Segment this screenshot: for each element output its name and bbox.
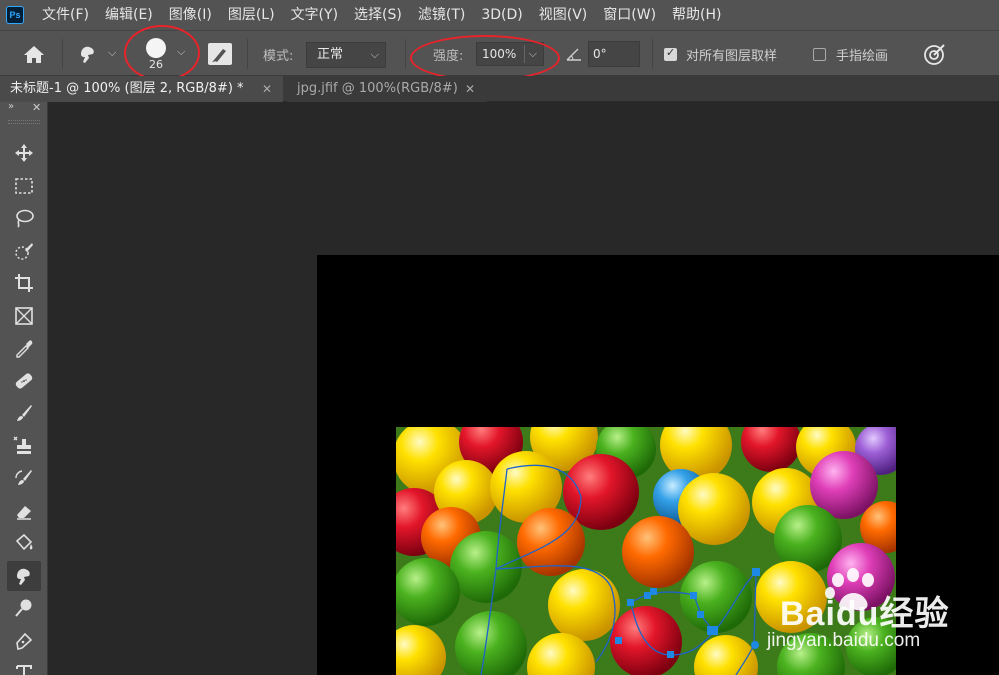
smudge-tool[interactable]	[7, 561, 41, 591]
brush-size-value: 26	[149, 58, 163, 71]
move-tool[interactable]	[7, 138, 41, 168]
menu-type[interactable]: 文字(Y)	[283, 0, 346, 30]
separator	[652, 39, 653, 69]
eyedropper-tool[interactable]	[7, 333, 41, 363]
bandage-icon	[15, 373, 33, 389]
close-icon[interactable]: ✕	[465, 76, 475, 102]
finger-painting-label: 手指绘画	[836, 49, 889, 64]
strength-label: 强度:	[433, 49, 464, 64]
chevron-down-icon: ⌵	[370, 48, 379, 61]
chevron-down-icon: ⌵	[528, 47, 537, 60]
menu-filter[interactable]: 滤镜(T)	[410, 0, 473, 30]
menu-edit[interactable]: 编辑(E)	[97, 0, 161, 30]
divider	[524, 45, 525, 63]
paint-bucket-tool[interactable]	[7, 528, 41, 558]
mode-select[interactable]: 正常 ⌵	[306, 42, 386, 68]
lasso-tool[interactable]	[7, 203, 41, 233]
tools-panel: » ✕	[0, 101, 48, 675]
tab-untitled-1[interactable]: 未标题-1 @ 100% (图层 2, RGB/8#) * ✕	[0, 76, 283, 102]
quick-selection-icon	[15, 243, 33, 260]
pen-tool[interactable]	[7, 626, 41, 656]
sample-all-layers-checkbox[interactable]	[664, 46, 677, 61]
type-tool[interactable]	[7, 658, 41, 675]
frame-tool[interactable]	[7, 301, 41, 331]
menu-help[interactable]: 帮助(H)	[664, 0, 729, 30]
angle-input[interactable]: 0°	[588, 41, 640, 67]
smudge-finger-icon	[81, 46, 94, 63]
brush-preset-picker[interactable]: 26 ⌵	[140, 35, 192, 73]
angle-icon	[565, 45, 583, 63]
lasso-icon	[16, 209, 34, 228]
quick-selection-tool[interactable]	[7, 236, 41, 266]
healing-brush-tool[interactable]	[7, 366, 41, 396]
tab-label: jpg.jfif @ 100%(RGB/8#)	[297, 81, 458, 96]
menu-layer[interactable]: 图层(L)	[220, 0, 283, 30]
separator	[405, 39, 406, 69]
move-icon	[15, 144, 33, 162]
history-brush-tool[interactable]	[7, 463, 41, 493]
document-tab-bar: 未标题-1 @ 100% (图层 2, RGB/8#) * ✕ jpg.jfif…	[0, 76, 999, 102]
home-icon	[24, 46, 44, 63]
separator	[247, 39, 248, 69]
brush-tool[interactable]	[7, 398, 41, 428]
type-icon	[16, 665, 32, 675]
menu-image[interactable]: 图像(I)	[161, 0, 220, 30]
photoshop-logo: Ps	[6, 6, 24, 24]
crop-tool[interactable]	[7, 268, 41, 298]
eraser-icon	[17, 506, 31, 520]
separator	[62, 39, 63, 69]
menu-select[interactable]: 选择(S)	[346, 0, 410, 30]
angle-value: 0°	[593, 47, 607, 61]
strength-input[interactable]: 100% ⌵	[476, 42, 544, 66]
clone-stamp-tool[interactable]	[7, 431, 41, 461]
tab-label: 未标题-1 @ 100% (图层 2, RGB/8#) *	[10, 81, 244, 96]
menu-3d[interactable]: 3D(D)	[473, 0, 530, 30]
close-icon[interactable]: ✕	[32, 101, 41, 114]
eraser-tool[interactable]	[7, 496, 41, 526]
marquee-tool[interactable]	[7, 171, 41, 201]
pressure-button[interactable]	[922, 41, 948, 67]
menu-file[interactable]: 文件(F)	[34, 0, 97, 30]
chevron-down-icon: ⌵	[108, 46, 117, 59]
stamp-icon	[13, 436, 31, 454]
tool-preset-picker[interactable]: ⌵	[76, 41, 120, 67]
panel-grip[interactable]	[8, 120, 40, 124]
brush-settings-button[interactable]	[208, 43, 232, 65]
chevron-down-icon: ⌵	[177, 45, 186, 58]
dodge-tool[interactable]	[7, 593, 41, 623]
history-brush-icon	[15, 470, 32, 485]
paint-bucket-icon	[15, 533, 33, 551]
brush-tip-preview	[146, 38, 166, 58]
pen-icon	[16, 632, 33, 650]
brush-icon	[17, 405, 32, 421]
home-button[interactable]	[20, 42, 48, 66]
menu-bar: Ps 文件(F) 编辑(E) 图像(I) 图层(L) 文字(Y) 选择(S) 滤…	[0, 0, 999, 30]
strength-value: 100%	[482, 47, 517, 61]
eyedropper-icon	[16, 340, 33, 358]
options-bar: ⌵ 26 ⌵ 模式: 正常 ⌵ 强度: 100% ⌵ 0° 对所有图层取样	[0, 25, 999, 81]
sample-all-layers-label: 对所有图层取样	[686, 49, 778, 64]
menu-view[interactable]: 视图(V)	[531, 0, 596, 30]
marquee-icon	[15, 178, 33, 194]
close-icon[interactable]: ✕	[262, 76, 272, 102]
frame-icon	[15, 307, 33, 325]
tab-jpg-jfif[interactable]: jpg.jfif @ 100%(RGB/8#) ✕	[287, 76, 487, 102]
crop-icon	[15, 274, 33, 292]
smudge-finger-icon	[17, 568, 30, 585]
expand-panel-icon[interactable]: »	[8, 101, 14, 112]
watermark-url: jingyan.baidu.com	[767, 630, 921, 651]
mode-select-value: 正常	[317, 47, 344, 62]
finger-painting-checkbox[interactable]	[813, 48, 826, 61]
menu-window[interactable]: 窗口(W)	[595, 0, 664, 30]
mode-label: 模式:	[263, 49, 294, 64]
dodge-icon	[15, 599, 32, 617]
brush-panel-icon	[212, 49, 226, 62]
pressure-target-icon	[924, 44, 945, 65]
watermark-brand: Baidu经验	[780, 595, 950, 633]
